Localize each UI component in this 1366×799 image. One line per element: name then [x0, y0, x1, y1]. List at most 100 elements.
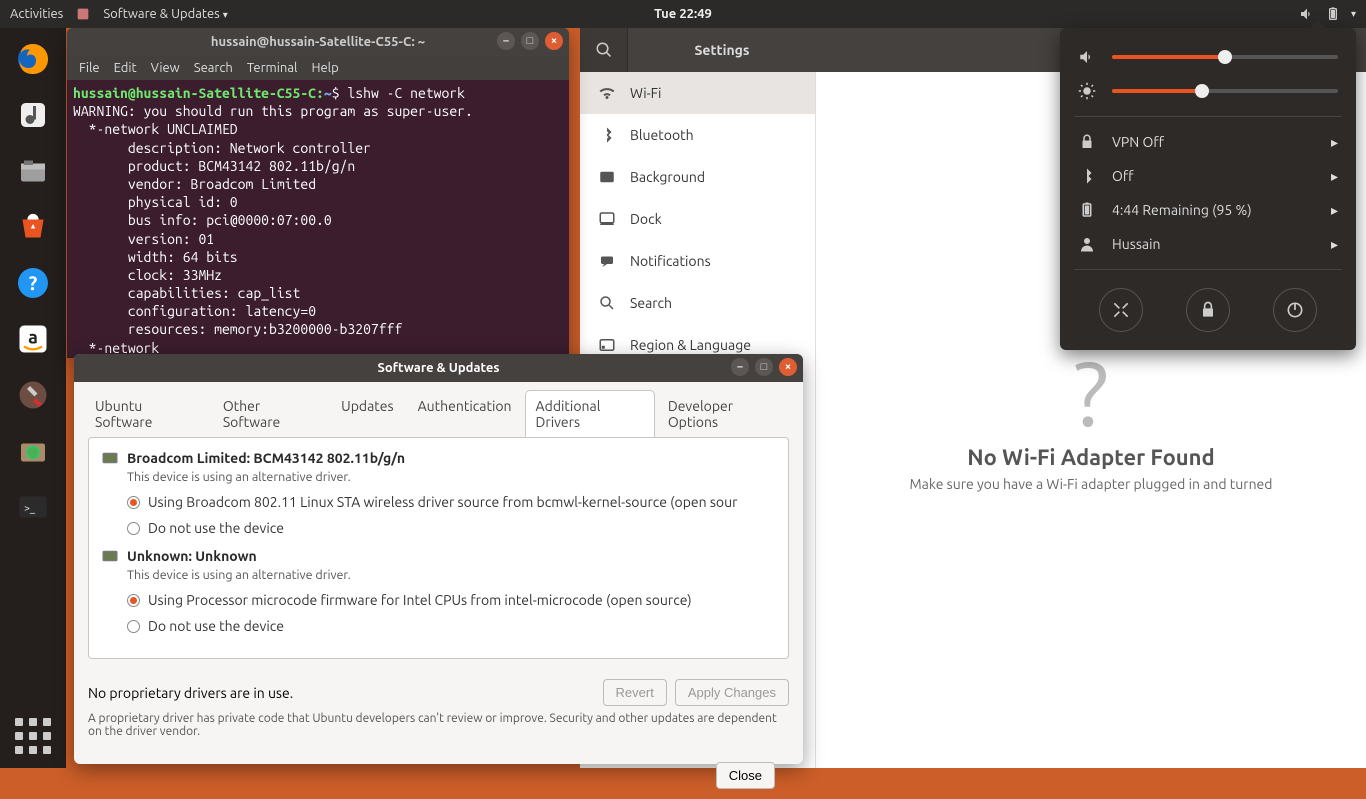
battery-indicator-icon[interactable] [1325, 6, 1341, 22]
maximize-button[interactable]: □ [755, 358, 773, 376]
svg-text:>_: >_ [24, 502, 36, 514]
settings-title: Settings [628, 42, 816, 58]
sidebar-item-dock[interactable]: Dock [580, 198, 815, 240]
menu-terminal[interactable]: Terminal [247, 61, 298, 75]
driver-option[interactable]: Do not use the device [127, 618, 776, 634]
activities-button[interactable]: Activities [10, 7, 63, 21]
brightness-slider[interactable] [1112, 89, 1338, 93]
radio-icon [127, 496, 140, 509]
clock[interactable]: Tue 22:49 [654, 7, 712, 21]
launcher-help[interactable]: ? [8, 258, 58, 308]
sidebar-label: Search [630, 295, 672, 311]
revert-button[interactable]: Revert [603, 679, 667, 706]
close-button[interactable]: × [779, 358, 797, 376]
driver-option[interactable]: Do not use the device [127, 520, 776, 536]
minimize-button[interactable]: – [497, 32, 515, 50]
maximize-button[interactable]: □ [521, 32, 539, 50]
power-button[interactable] [1273, 288, 1317, 332]
tab-other-software[interactable]: Other Software [212, 390, 328, 437]
drivers-note: A proprietary driver has private code th… [88, 712, 789, 738]
menu-file[interactable]: File [79, 61, 100, 75]
sidebar-label: Notifications [630, 253, 711, 269]
device-name: Broadcom Limited: BCM43142 802.11b/g/n [127, 450, 405, 466]
show-applications-button[interactable] [15, 718, 51, 754]
system-menu-caret-icon[interactable]: ▾ [1351, 8, 1356, 20]
chip-icon [101, 549, 119, 563]
launcher-preferences[interactable] [8, 370, 58, 420]
menu-help[interactable]: Help [311, 61, 338, 75]
terminal-output[interactable]: hussain@hussain-Satellite-C55-C:~$ lshw … [67, 80, 569, 361]
terminal-window: hussain@hussain-Satellite-C55-C: ~ – □ ×… [67, 28, 569, 358]
launcher-software-center[interactable] [8, 202, 58, 252]
tab-updates[interactable]: Updates [330, 390, 404, 437]
top-bar: Activities Software & Updates ▾ Tue 22:4… [0, 0, 1366, 28]
launcher-firefox[interactable] [8, 34, 58, 84]
bluetooth-icon [1078, 167, 1096, 185]
sidebar-item-wifi[interactable]: Wi-Fi [580, 72, 815, 114]
menu-item-label: Off [1112, 168, 1134, 184]
radio-icon [127, 522, 140, 535]
svg-text:?: ? [29, 272, 38, 294]
chevron-right-icon: ▸ [1331, 168, 1338, 185]
menu-item-label: VPN Off [1112, 134, 1164, 150]
apply-changes-button[interactable]: Apply Changes [675, 679, 789, 706]
terminal-titlebar[interactable]: hussain@hussain-Satellite-C55-C: ~ – □ × [67, 28, 569, 56]
sidebar-item-search[interactable]: Search [580, 282, 815, 324]
software-updates-titlebar[interactable]: Software & Updates – □ × [74, 354, 803, 382]
settings-button[interactable] [1099, 288, 1143, 332]
volume-slider[interactable] [1112, 55, 1338, 59]
brightness-icon [1078, 82, 1096, 100]
volume-icon [1078, 48, 1096, 66]
close-button[interactable]: Close [716, 762, 775, 789]
sidebar-label: Wi-Fi [630, 85, 661, 101]
sidebar-item-bluetooth[interactable]: Bluetooth [580, 114, 815, 156]
user-row[interactable]: Hussain ▸ [1060, 227, 1356, 261]
driver-option-label: Using Processor microcode firmware for I… [148, 592, 692, 608]
lock-icon [1078, 133, 1096, 151]
no-wifi-subtext: Make sure you have a Wi-Fi adapter plugg… [910, 476, 1273, 492]
menu-search[interactable]: Search [194, 61, 233, 75]
sidebar-label: Bluetooth [630, 127, 694, 143]
tab-developer-options[interactable]: Developer Options [657, 390, 793, 437]
tab-additional-drivers[interactable]: Additional Drivers [525, 390, 655, 437]
svg-text:a: a [28, 328, 38, 348]
lock-button[interactable] [1186, 288, 1230, 332]
sidebar-label: Region & Language [630, 337, 751, 353]
device-block: Broadcom Limited: BCM43142 802.11b/g/n T… [101, 450, 776, 536]
vpn-row[interactable]: VPN Off ▸ [1060, 125, 1356, 159]
launcher-updates[interactable] [8, 426, 58, 476]
app-menu-icon [75, 6, 91, 22]
tab-authentication[interactable]: Authentication [407, 390, 523, 437]
menu-view[interactable]: View [151, 61, 180, 75]
sidebar-item-background[interactable]: Background [580, 156, 815, 198]
launcher-amazon[interactable]: a [8, 314, 58, 364]
launcher-rhythmbox[interactable] [8, 90, 58, 140]
bluetooth-row[interactable]: Off ▸ [1060, 159, 1356, 193]
system-menu-popover: VPN Off ▸ Off ▸ 4:44 Remaining (95 %) ▸ … [1060, 28, 1356, 350]
device-status: This device is using an alternative driv… [127, 470, 776, 484]
driver-option-label: Do not use the device [148, 618, 284, 634]
sidebar-item-notifications[interactable]: Notifications [580, 240, 815, 282]
device-name: Unknown: Unknown [127, 548, 257, 564]
minimize-button[interactable]: – [731, 358, 749, 376]
device-block: Unknown: Unknown This device is using an… [101, 548, 776, 634]
chevron-right-icon: ▸ [1331, 236, 1338, 253]
driver-option[interactable]: Using Processor microcode firmware for I… [127, 592, 776, 608]
driver-option-label: Using Broadcom 802.11 Linux STA wireless… [148, 494, 737, 510]
settings-search-button[interactable] [580, 28, 628, 72]
brightness-row [1060, 74, 1356, 108]
tab-ubuntu-software[interactable]: Ubuntu Software [84, 390, 210, 437]
drivers-summary: No proprietary drivers are in use. [88, 685, 293, 701]
driver-option[interactable]: Using Broadcom 802.11 Linux STA wireless… [127, 494, 776, 510]
app-menu[interactable]: Software & Updates ▾ [103, 7, 227, 21]
close-button[interactable]: × [545, 32, 563, 50]
battery-icon [1078, 201, 1096, 219]
battery-row[interactable]: 4:44 Remaining (95 %) ▸ [1060, 193, 1356, 227]
software-updates-title: Software & Updates [377, 361, 499, 375]
no-wifi-heading: No Wi-Fi Adapter Found [910, 445, 1273, 470]
driver-option-label: Do not use the device [148, 520, 284, 536]
launcher-files[interactable] [8, 146, 58, 196]
menu-edit[interactable]: Edit [114, 61, 137, 75]
launcher-terminal[interactable]: >_ [8, 482, 58, 532]
no-wifi-icon: ? [910, 349, 1273, 439]
